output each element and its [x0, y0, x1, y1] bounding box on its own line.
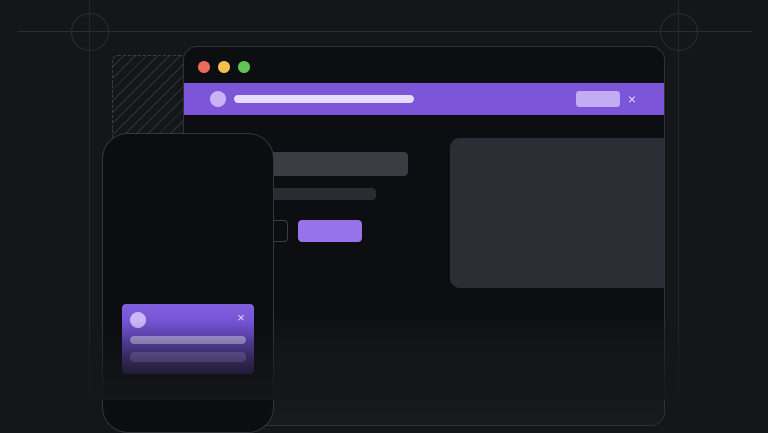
- minimize-window-dot[interactable]: [218, 61, 230, 73]
- browser-titlebar: [184, 47, 664, 83]
- phone-device: ×: [102, 133, 274, 433]
- banner-action-button[interactable]: [576, 91, 620, 107]
- guide-line-left: [89, 0, 90, 400]
- guide-line-right: [678, 0, 679, 400]
- guide-circle-left: [71, 13, 109, 51]
- notification-close-icon[interactable]: ×: [234, 310, 248, 326]
- hero-card: [450, 138, 664, 288]
- notification-avatar-icon: [130, 312, 146, 328]
- announcement-banner: ×: [184, 83, 664, 115]
- primary-button[interactable]: [298, 220, 362, 242]
- banner-close-icon[interactable]: ×: [624, 89, 640, 109]
- banner-avatar-icon: [210, 91, 226, 107]
- phone-notification[interactable]: ×: [122, 304, 254, 374]
- close-window-dot[interactable]: [198, 61, 210, 73]
- guide-circle-right: [660, 13, 698, 51]
- guide-line-horizontal: [18, 31, 752, 32]
- notification-text-placeholder: [130, 336, 246, 344]
- banner-text-placeholder: [234, 95, 414, 103]
- illustration-canvas: × ×: [0, 0, 768, 433]
- notification-subtext-placeholder: [130, 352, 246, 362]
- maximize-window-dot[interactable]: [238, 61, 250, 73]
